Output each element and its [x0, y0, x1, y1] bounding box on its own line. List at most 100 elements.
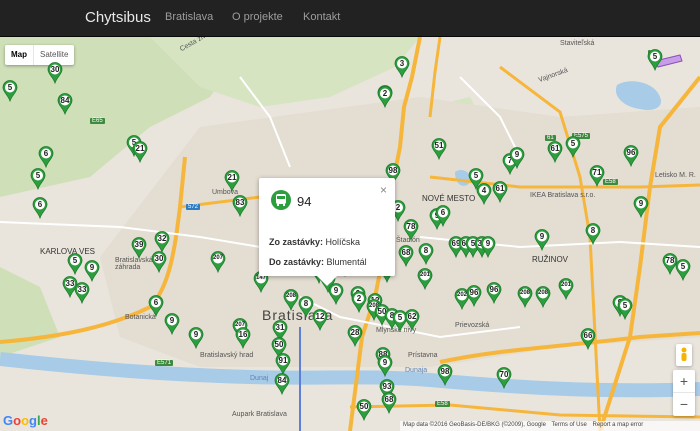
bus-stop-marker[interactable]: 68	[398, 245, 414, 267]
bus-stop-marker[interactable]: 96	[486, 282, 502, 304]
bus-stop-marker-label: 6	[440, 208, 446, 217]
bus-stop-marker[interactable]: 208	[283, 289, 299, 311]
bus-stop-marker[interactable]: 207	[210, 251, 226, 273]
bus-stop-marker[interactable]: 30	[151, 251, 167, 273]
nav-link-bratislava[interactable]: Bratislava	[165, 11, 213, 23]
bus-stop-marker[interactable]: 3	[394, 56, 410, 78]
bus-stop-marker[interactable]: 9	[84, 260, 100, 282]
bus-stop-marker[interactable]: 9	[509, 147, 525, 169]
bus-stop-marker-label: 39	[134, 240, 144, 249]
bus-stop-marker[interactable]: 28	[347, 325, 363, 347]
bus-stop-marker[interactable]: 5	[30, 168, 46, 190]
nav-link-kontakt[interactable]: Kontakt	[303, 11, 340, 23]
google-logo: Google	[3, 413, 48, 428]
bus-stop-marker[interactable]: 83	[232, 195, 248, 217]
bus-stop-marker[interactable]: 61	[492, 181, 508, 203]
close-icon[interactable]: ×	[380, 183, 387, 197]
bus-stop-marker[interactable]: 62	[404, 309, 420, 331]
terms-of-use-link[interactable]: Terms of Use	[551, 422, 586, 428]
bus-stop-marker[interactable]: 78	[403, 219, 419, 241]
bus-stop-marker-label: 5	[7, 83, 13, 92]
bus-stop-marker[interactable]: 71	[589, 165, 605, 187]
bus-stop-marker[interactable]: 51	[431, 138, 447, 160]
bus-stop-marker-label: 201	[560, 282, 571, 288]
bus-stop-marker[interactable]: 50	[356, 399, 372, 421]
bus-stop-marker-label: 6	[43, 149, 49, 158]
bus-stop-marker[interactable]: 98	[437, 364, 453, 386]
bus-stop-marker[interactable]: 16	[235, 327, 251, 349]
bus-stop-marker-label: 30	[50, 65, 60, 74]
bus-stop-marker-label: 5	[35, 171, 41, 180]
bus-stop-marker[interactable]: 5	[2, 80, 18, 102]
bus-stop-marker[interactable]: 4	[476, 183, 492, 205]
bus-stop-marker[interactable]: 21	[224, 170, 240, 192]
bus-stop-marker[interactable]: 33	[74, 282, 90, 304]
bus-stop-marker[interactable]: 96	[466, 285, 482, 307]
bus-stop-marker[interactable]: 9	[377, 355, 393, 377]
map-type-map-button[interactable]: Map	[5, 45, 33, 65]
district-label-ruzinov: RUŽINOV	[532, 255, 568, 264]
bus-stop-marker[interactable]: 84	[57, 93, 73, 115]
bus-stop-marker-label: 16	[238, 330, 248, 339]
bus-stop-marker-label: 91	[278, 356, 288, 365]
bus-stop-marker-label: 9	[89, 263, 95, 272]
bus-stop-marker-label: 2	[356, 294, 362, 303]
bus-stop-marker-label: 12	[315, 312, 325, 321]
bus-stop-marker[interactable]: 9	[534, 229, 550, 251]
bus-stop-marker[interactable]: 2	[377, 86, 393, 108]
bus-stop-marker[interactable]: 61	[547, 141, 563, 163]
bus-stop-marker[interactable]: 201	[417, 268, 433, 290]
river-label-dunaj: Dunaj	[250, 375, 269, 382]
bus-stop-marker-label: 6	[153, 298, 159, 307]
bus-stop-marker[interactable]: 8	[585, 223, 601, 245]
bus-stop-marker[interactable]: 5	[67, 253, 83, 275]
google-logo-text: Google	[3, 413, 48, 428]
nav-link-o-projekte[interactable]: O projekte	[232, 11, 283, 23]
bus-stop-marker[interactable]: 70	[496, 367, 512, 389]
bus-stop-marker[interactable]: 32	[154, 231, 170, 253]
brand-link[interactable]: Chytsibus	[85, 9, 151, 26]
map-canvas[interactable]: Map Satellite Cesta života Staviteľská V…	[0, 37, 700, 431]
bus-stop-marker[interactable]: 21	[132, 141, 148, 163]
bus-stop-marker-label: 93	[382, 382, 392, 391]
bus-stop-marker[interactable]: 8	[418, 243, 434, 265]
street-label-stavitelska: Staviteľská	[560, 40, 595, 47]
bus-stop-marker[interactable]: 6	[435, 205, 451, 227]
bus-stop-marker[interactable]: 6	[148, 295, 164, 317]
bus-stop-marker[interactable]: 12	[312, 309, 328, 331]
bus-stop-marker-label: 201	[419, 272, 430, 278]
bus-stop-marker[interactable]: 5	[675, 259, 691, 281]
info-from-label: Zo zastávky:	[269, 237, 324, 247]
bus-stop-marker[interactable]: 30	[47, 62, 63, 84]
bus-stop-marker-label: 8	[303, 299, 309, 308]
bus-stop-marker-label: 83	[235, 198, 245, 207]
bus-stop-marker[interactable]: 9	[633, 196, 649, 218]
bus-stop-marker[interactable]: 39	[131, 237, 147, 259]
bus-stop-marker[interactable]: 208	[535, 286, 551, 308]
report-map-error-link[interactable]: Report a map error	[593, 422, 644, 428]
zoom-in-button[interactable]: +	[673, 370, 695, 393]
bus-stop-marker[interactable]: 66	[580, 328, 596, 350]
bus-stop-marker[interactable]: 68	[381, 392, 397, 414]
bus-stop-marker[interactable]: 5	[647, 49, 663, 71]
bus-stop-marker[interactable]: 5	[617, 298, 633, 320]
bus-stop-marker[interactable]: 96	[623, 145, 639, 167]
bus-stop-marker[interactable]: 9	[164, 313, 180, 335]
bus-stop-marker-label: 28	[350, 328, 360, 337]
bus-stop-marker[interactable]: 6	[38, 146, 54, 168]
bus-stop-marker[interactable]: 9	[480, 236, 496, 258]
bus-icon	[271, 190, 291, 210]
street-label-pristavna: Prístavna	[408, 352, 438, 359]
bus-stop-marker[interactable]: 9	[188, 327, 204, 349]
bus-stop-marker[interactable]: 6	[32, 197, 48, 219]
bus-stop-marker[interactable]: 201	[558, 278, 574, 300]
bus-stop-marker[interactable]: 2	[351, 291, 367, 313]
road-number-e58-bottom: E58	[435, 401, 450, 407]
bus-stop-marker[interactable]: 84	[274, 373, 290, 395]
bus-stop-marker[interactable]: 5	[565, 136, 581, 158]
zoom-out-button[interactable]: −	[673, 393, 695, 416]
bus-stop-marker[interactable]: 91	[275, 353, 291, 375]
bus-stop-marker[interactable]: 208	[517, 286, 533, 308]
street-view-pegman-icon[interactable]	[676, 344, 692, 366]
bus-stop-marker[interactable]: 9	[328, 283, 344, 305]
